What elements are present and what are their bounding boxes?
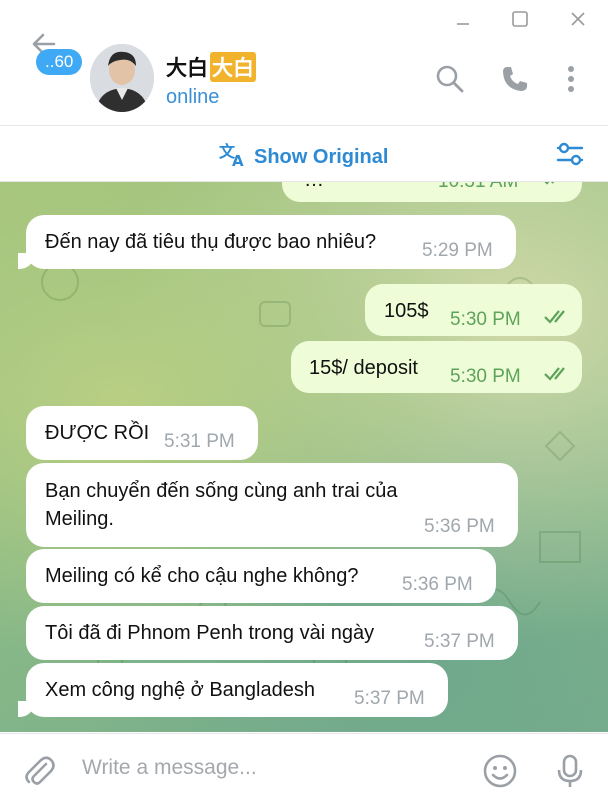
show-original-label: Show Original bbox=[254, 145, 389, 168]
message-text: 105$ bbox=[384, 300, 429, 322]
message-time: 10:31 AM bbox=[438, 182, 518, 196]
message-text: Xem công nghệ ở Bangladesh bbox=[45, 679, 315, 701]
message-time: 5:30 PM bbox=[450, 309, 521, 330]
contact-status: online bbox=[166, 86, 220, 108]
message-input[interactable]: Write a message... bbox=[82, 756, 257, 780]
contact-name: 大白 大白 bbox=[166, 52, 256, 82]
message-time: 5:29 PM bbox=[422, 240, 493, 261]
message-text: Meiling có kể cho cậu nghe không? bbox=[45, 565, 359, 587]
translation-bar: 文A Show Original bbox=[0, 126, 608, 182]
message-text: 15$/ deposit bbox=[309, 357, 418, 379]
message-bubble-incoming[interactable]: Tôi đã đi Phnom Penh trong vài ngày 5:37… bbox=[26, 606, 518, 660]
message-time: 5:36 PM bbox=[424, 516, 495, 537]
close-icon[interactable] bbox=[561, 6, 595, 32]
avatar[interactable] bbox=[90, 44, 154, 112]
message-composer: Write a message... bbox=[0, 733, 608, 807]
message-bubble-outgoing[interactable]: … 10:31 AM bbox=[282, 182, 582, 202]
message-bubble-outgoing[interactable]: 15$/ deposit 5:30 PM bbox=[291, 341, 582, 393]
message-bubble-incoming[interactable]: Đến nay đã tiêu thụ được bao nhiêu? 5:29… bbox=[18, 215, 516, 269]
translation-settings-icon[interactable] bbox=[555, 139, 585, 174]
message-text: … bbox=[304, 182, 324, 194]
emoji-icon[interactable] bbox=[481, 752, 519, 790]
message-bubble-incoming[interactable]: ĐƯỢC RỒI 5:31 PM bbox=[26, 406, 258, 460]
message-bubble-incoming[interactable]: Xem công nghệ ở Bangladesh 5:37 PM bbox=[18, 663, 448, 717]
message-time: 5:37 PM bbox=[354, 688, 425, 709]
message-time: 5:31 PM bbox=[164, 431, 235, 452]
more-vertical-icon[interactable] bbox=[554, 62, 588, 96]
message-text: Tôi đã đi Phnom Penh trong vài ngày bbox=[45, 622, 375, 644]
attach-paperclip-icon[interactable] bbox=[20, 752, 58, 790]
message-time: 5:37 PM bbox=[424, 631, 495, 652]
window-titlebar bbox=[0, 0, 608, 38]
read-check-icon bbox=[544, 182, 555, 185]
message-bubble-incoming[interactable]: Meiling có kể cho cậu nghe không? 5:36 P… bbox=[26, 549, 496, 603]
translate-icon: 文A bbox=[218, 140, 248, 174]
contact-name-text: 大白 bbox=[166, 57, 208, 80]
show-original-button[interactable]: 文A Show Original bbox=[218, 140, 388, 174]
read-check-icon bbox=[544, 367, 565, 381]
svg-text:A: A bbox=[232, 152, 244, 168]
maximize-icon[interactable] bbox=[503, 6, 537, 32]
chat-background: … 10:31 AM Đến nay đã tiêu thụ được bao … bbox=[0, 182, 608, 732]
read-check-icon bbox=[544, 310, 565, 324]
microphone-icon[interactable] bbox=[551, 752, 589, 790]
message-text: Đến nay đã tiêu thụ được bao nhiêu? bbox=[45, 231, 377, 253]
name-emoji: 大白 bbox=[210, 52, 256, 82]
message-text: Bạn chuyển đến sống cùng anh trai của Me… bbox=[45, 480, 398, 530]
message-bubble-incoming[interactable]: Bạn chuyển đến sống cùng anh trai của Me… bbox=[26, 463, 518, 547]
phone-icon[interactable] bbox=[498, 62, 532, 96]
message-bubble-outgoing[interactable]: 105$ 5:30 PM bbox=[365, 284, 582, 336]
message-text: ĐƯỢC RỒI bbox=[45, 422, 150, 444]
message-time: 5:30 PM bbox=[450, 366, 521, 387]
search-icon[interactable] bbox=[433, 62, 467, 96]
unread-count-badge: ..60 bbox=[36, 49, 83, 75]
minimize-icon[interactable] bbox=[446, 6, 480, 32]
message-time: 5:36 PM bbox=[402, 574, 473, 595]
